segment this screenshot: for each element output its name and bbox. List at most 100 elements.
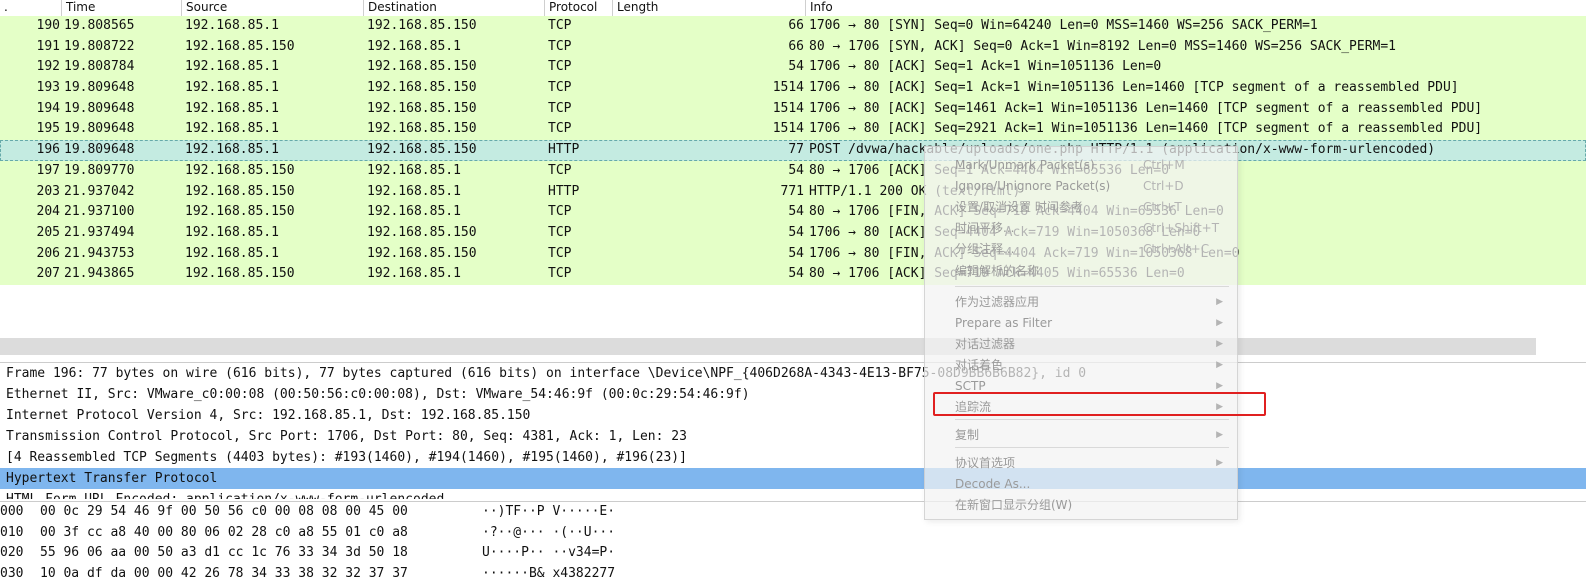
detail-row[interactable]: Internet Protocol Version 4, Src: 192.16…: [0, 405, 1586, 426]
column-header-mark[interactable]: .: [0, 0, 62, 16]
packet-destination: 192.168.85.150: [367, 78, 477, 99]
packet-row[interactable]: 19019.808565192.168.85.1192.168.85.150TC…: [0, 16, 1586, 37]
packet-bytes-pane[interactable]: 000 00 0c 29 54 46 9f 00 50 56 c0 00 08 0…: [0, 501, 1586, 583]
packet-number: 190: [0, 16, 60, 37]
column-protocol-label: Protocol: [549, 0, 597, 14]
packet-protocol: TCP: [548, 244, 571, 265]
menu-item-label: 协议首选项: [955, 453, 1015, 474]
menu-item-label: Mark/Unmark Packet(s): [955, 155, 1095, 176]
detail-row[interactable]: Transmission Control Protocol, Src Port:…: [0, 426, 1586, 447]
context-menu-item[interactable]: 作为过滤器应用▶: [925, 292, 1237, 313]
packet-time: 19.808784: [64, 57, 134, 78]
column-header-time[interactable]: Time: [62, 0, 182, 16]
packet-time: 21.937042: [64, 182, 134, 203]
column-header-length[interactable]: Length: [613, 0, 806, 16]
packet-row[interactable]: 19119.808722192.168.85.150192.168.85.1TC…: [0, 37, 1586, 58]
byte-hex: 00 0c 29 54 46 9f 00 50 56 c0 00 08 08 0…: [40, 502, 408, 523]
detail-row-selected[interactable]: Hypertext Transfer Protocol: [0, 468, 1586, 489]
column-source-label: Source: [186, 0, 227, 14]
detail-row[interactable]: [4 Reassembled TCP Segments (4403 bytes)…: [0, 447, 1586, 468]
detail-row[interactable]: HTML Form URL Encoded: application/x-www…: [0, 489, 1586, 499]
packet-destination: 192.168.85.150: [367, 140, 477, 161]
packet-row[interactable]: 19319.809648192.168.85.1192.168.85.150TC…: [0, 78, 1586, 99]
packet-protocol: TCP: [548, 57, 571, 78]
packet-row[interactable]: 19219.808784192.168.85.1192.168.85.150TC…: [0, 57, 1586, 78]
packet-list[interactable]: . Time Source Destination Protocol Lengt…: [0, 0, 1586, 355]
column-length-label: Length: [617, 0, 658, 14]
packet-length: 1514: [616, 99, 804, 120]
packet-details-pane[interactable]: Frame 196: 77 bytes on wire (616 bits), …: [0, 362, 1586, 499]
packet-protocol: TCP: [548, 99, 571, 120]
context-menu-item[interactable]: 分组注释...Ctrl+Alt+C: [925, 239, 1237, 260]
packet-source: 192.168.85.150: [185, 182, 295, 203]
packet-length: 77: [616, 140, 804, 161]
packet-time: 21.937100: [64, 202, 134, 223]
packet-number: 196: [0, 140, 60, 161]
packet-row[interactable]: 20321.937042192.168.85.150192.168.85.1HT…: [0, 182, 1586, 203]
detail-row[interactable]: Ethernet II, Src: VMware_c0:00:08 (00:50…: [0, 384, 1586, 405]
packet-protocol: TCP: [548, 161, 571, 182]
menu-item-label: 对话过滤器: [955, 334, 1015, 355]
submenu-arrow-icon: ▶: [1216, 313, 1223, 334]
bytes-row[interactable]: 03010 0a df da 00 00 42 26 78 34 33 38 3…: [0, 564, 1586, 583]
packet-row[interactable]: 19419.809648192.168.85.1192.168.85.150TC…: [0, 99, 1586, 120]
context-menu-item[interactable]: 对话着色▶: [925, 355, 1237, 376]
packet-row[interactable]: 20721.943865192.168.85.150192.168.85.1TC…: [0, 264, 1586, 285]
packet-protocol: TCP: [548, 78, 571, 99]
context-menu-item[interactable]: 协议首选项▶: [925, 453, 1237, 474]
byte-offset: 030: [0, 564, 23, 583]
menu-separator: [955, 447, 1229, 448]
packet-length: 66: [616, 37, 804, 58]
packet-time: 19.809648: [64, 78, 134, 99]
context-menu: Mark/Unmark Packet(s)Ctrl+MIgnore/Unigno…: [924, 146, 1238, 520]
byte-offset: 000: [0, 502, 23, 523]
scrollbar-thumb[interactable]: [0, 338, 1536, 355]
packet-row[interactable]: 20621.943753192.168.85.1192.168.85.150TC…: [0, 244, 1586, 265]
packet-row[interactable]: 20521.937494192.168.85.1192.168.85.150TC…: [0, 223, 1586, 244]
column-destination-label: Destination: [368, 0, 437, 14]
menu-separator: [955, 286, 1229, 287]
column-time-label: Time: [66, 0, 95, 14]
submenu-arrow-icon: ▶: [1216, 292, 1223, 313]
menu-item-shortcut: Ctrl+D: [1143, 176, 1184, 197]
packet-info: 1706 → 80 [ACK] Seq=2921 Ack=1 Win=10511…: [809, 119, 1482, 140]
context-menu-item[interactable]: 设置/取消设置 时间参考Ctrl+T: [925, 197, 1237, 218]
packet-protocol: TCP: [548, 119, 571, 140]
packet-row[interactable]: 20421.937100192.168.85.150192.168.85.1TC…: [0, 202, 1586, 223]
bytes-row[interactable]: 000 00 0c 29 54 46 9f 00 50 56 c0 00 08 0…: [0, 502, 1586, 523]
context-menu-item[interactable]: Prepare as Filter▶: [925, 313, 1237, 334]
packet-info: 1706 → 80 [SYN] Seq=0 Win=64240 Len=0 MS…: [809, 16, 1318, 37]
packet-time: 19.809770: [64, 161, 134, 182]
packet-info: 1706 → 80 [ACK] Seq=1461 Ack=1 Win=10511…: [809, 99, 1482, 120]
packet-info: 1706 → 80 [ACK] Seq=1 Ack=1 Win=1051136 …: [809, 78, 1459, 99]
packet-number: 204: [0, 202, 60, 223]
packet-destination: 192.168.85.1: [367, 182, 461, 203]
column-header-source[interactable]: Source: [182, 0, 364, 16]
menu-item-label: 对话着色: [955, 355, 1003, 376]
context-menu-item[interactable]: Decode As...: [925, 474, 1237, 495]
context-menu-item[interactable]: 复制▶: [925, 425, 1237, 446]
packet-source: 192.168.85.1: [185, 78, 279, 99]
bytes-row[interactable]: 02055 96 06 aa 00 50 a3 d1 cc 1c 76 33 3…: [0, 543, 1586, 564]
bytes-row[interactable]: 01000 3f cc a8 40 00 80 06 02 28 c0 a8 5…: [0, 523, 1586, 544]
context-menu-item[interactable]: 对话过滤器▶: [925, 334, 1237, 355]
context-menu-item[interactable]: 在新窗口显示分组(W): [925, 495, 1237, 516]
byte-hex: 00 3f cc a8 40 00 80 06 02 28 c0 a8 55 0…: [40, 523, 408, 544]
packet-length: 66: [616, 16, 804, 37]
packet-source: 192.168.85.150: [185, 264, 295, 285]
context-menu-item[interactable]: 时间平移...Ctrl+Shift+T: [925, 218, 1237, 239]
packet-row[interactable]: 19719.809770192.168.85.150192.168.85.1TC…: [0, 161, 1586, 182]
packet-row[interactable]: 19519.809648192.168.85.1192.168.85.150TC…: [0, 119, 1586, 140]
column-header-destination[interactable]: Destination: [364, 0, 545, 16]
packet-number: 197: [0, 161, 60, 182]
packet-protocol: TCP: [548, 37, 571, 58]
context-menu-item[interactable]: Ignore/Unignore Packet(s)Ctrl+D: [925, 176, 1237, 197]
column-header-info[interactable]: Info: [806, 0, 1586, 16]
horizontal-scrollbar[interactable]: [0, 338, 1586, 355]
packet-info: 80 → 1706 [SYN, ACK] Seq=0 Ack=1 Win=819…: [809, 37, 1396, 58]
context-menu-item[interactable]: Mark/Unmark Packet(s)Ctrl+M: [925, 155, 1237, 176]
packet-row-selected[interactable]: 19619.809648192.168.85.1192.168.85.150HT…: [0, 140, 1586, 161]
context-menu-item[interactable]: 编辑解析的名称: [925, 261, 1237, 282]
column-header-protocol[interactable]: Protocol: [545, 0, 613, 16]
detail-row[interactable]: Frame 196: 77 bytes on wire (616 bits), …: [0, 363, 1586, 384]
